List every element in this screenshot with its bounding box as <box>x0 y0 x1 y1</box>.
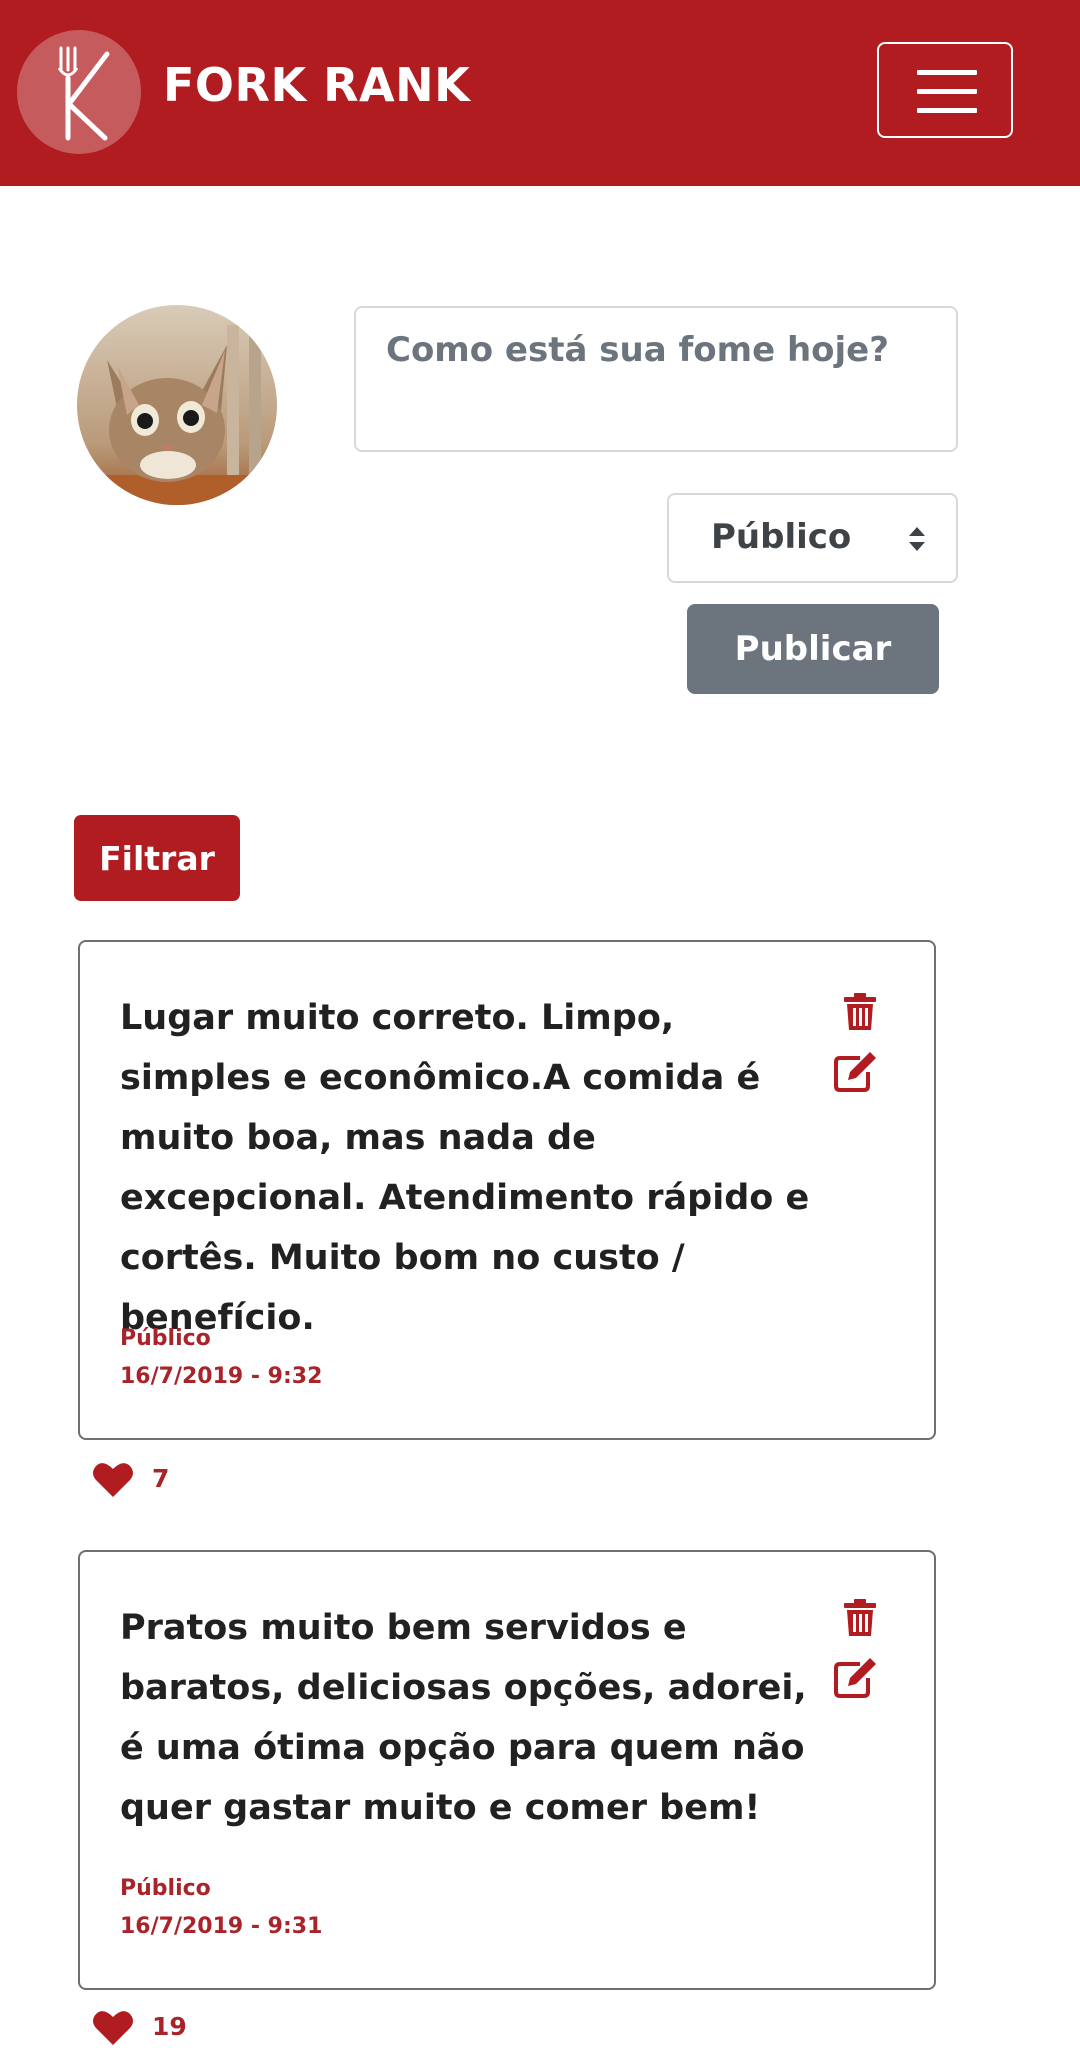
fork-k-logo-icon[interactable] <box>17 30 141 154</box>
top-navbar: FORK RANK <box>0 0 1080 186</box>
post-date: 16/7/2019 - 9:31 <box>120 1914 323 1939</box>
privacy-selected-value: Público <box>711 517 852 557</box>
post-privacy: Público <box>120 1876 211 1901</box>
brand-title[interactable]: FORK RANK <box>163 58 470 112</box>
post-card: Pratos muito bem servidos e baratos, del… <box>78 1550 936 1990</box>
like-count: 7 <box>152 1464 170 1493</box>
edit-icon[interactable] <box>832 1050 878 1094</box>
hamburger-menu-icon-bar <box>917 89 977 94</box>
heart-icon[interactable] <box>92 2008 134 2046</box>
post-input[interactable] <box>354 306 958 452</box>
filter-button[interactable]: Filtrar <box>74 815 240 901</box>
trash-icon[interactable] <box>840 992 880 1032</box>
post-date: 16/7/2019 - 9:32 <box>120 1364 323 1389</box>
publish-button[interactable]: Publicar <box>687 604 939 694</box>
like-row: 19 <box>92 2008 292 2052</box>
user-avatar[interactable] <box>77 305 277 505</box>
like-row: 7 <box>92 1460 292 1504</box>
privacy-select[interactable]: Público <box>667 493 958 583</box>
select-arrows-icon <box>909 527 925 551</box>
trash-icon[interactable] <box>840 1598 880 1638</box>
hamburger-menu-icon-bar <box>917 108 977 113</box>
edit-icon[interactable] <box>832 1656 878 1700</box>
hamburger-menu-icon <box>917 70 977 75</box>
post-text: Pratos muito bem servidos e baratos, del… <box>120 1608 807 1828</box>
post-privacy: Público <box>120 1326 211 1351</box>
heart-icon[interactable] <box>92 1460 134 1498</box>
post-text: Lugar muito correto. Limpo, simples e ec… <box>120 998 810 1338</box>
post-card: Lugar muito correto. Limpo, simples e ec… <box>78 940 936 1440</box>
hamburger-menu-button[interactable] <box>877 42 1013 138</box>
like-count: 19 <box>152 2012 187 2041</box>
